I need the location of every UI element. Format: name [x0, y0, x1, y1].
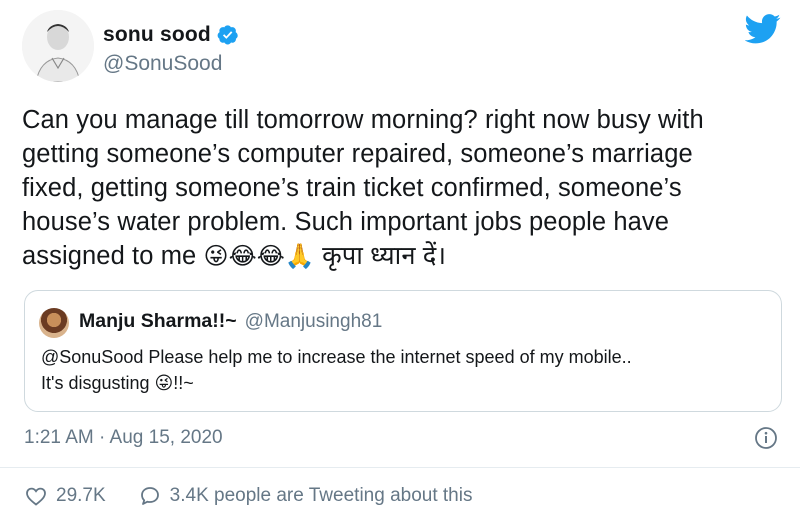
tweet-line: fixed, getting someone’s train ticket co…	[22, 174, 682, 202]
quoted-emoji: 😜	[154, 373, 174, 393]
tweeting-action[interactable]: 3.4K people are Tweeting about this	[138, 484, 473, 508]
info-icon[interactable]	[754, 426, 778, 450]
tweet-line: getting someone’s computer repaired, som…	[22, 140, 693, 168]
quoted-text: @SonuSood Please help me to increase the…	[41, 344, 776, 396]
quoted-line: It's disgusting 😜!!~	[41, 370, 776, 396]
tweet-timestamp[interactable]: 1:21 AM · Aug 15, 2020	[24, 427, 223, 449]
tweet-actions: 29.7K 3.4K people are Tweeting about thi…	[24, 484, 472, 508]
hindi-text: कृपा ध्यान दें।	[314, 242, 447, 270]
author-name-row: sonu sood	[103, 23, 239, 47]
like-action[interactable]: 29.7K	[24, 484, 106, 508]
tweet-line: house’s water problem. Such important jo…	[22, 208, 670, 236]
tweet-card: sonu sood @SonuSood Can you manage till …	[0, 0, 800, 521]
heart-icon	[26, 487, 46, 506]
speech-bubble-icon	[140, 487, 159, 505]
quoted-tweet[interactable]: Manju Sharma!!~ @Manjusingh81 @SonuSood …	[24, 290, 782, 412]
tweet-text: Can you manage till tomorrow morning? ri…	[22, 103, 787, 274]
quoted-handle: @Manjusingh81	[244, 311, 383, 332]
tweet-line: Can you manage till tomorrow morning? ri…	[22, 106, 704, 134]
author-display-name[interactable]: sonu sood	[103, 23, 211, 47]
like-count: 29.7K	[56, 485, 106, 506]
verified-badge-icon	[217, 25, 238, 45]
quoted-line-tail: !!~	[173, 373, 194, 393]
quoted-author-row: Manju Sharma!!~ @Manjusingh81	[79, 310, 382, 333]
emoji-group: 😜😂😂🙏	[203, 243, 315, 270]
tweet-line-text: assigned to me	[22, 242, 204, 270]
quoted-line: @SonuSood Please help me to increase the…	[41, 347, 632, 367]
divider	[0, 467, 800, 468]
author-avatar[interactable]	[22, 10, 94, 82]
quoted-author-avatar	[39, 308, 69, 338]
twitter-bird-icon[interactable]	[745, 14, 781, 44]
author-handle[interactable]: @SonuSood	[103, 52, 222, 76]
quoted-display-name: Manju Sharma!!~	[79, 310, 237, 332]
quoted-line-text: It's disgusting	[41, 373, 155, 393]
tweeting-text: 3.4K people are Tweeting about this	[169, 485, 473, 506]
tweet-line: assigned to me 😜😂😂🙏 कृपा ध्यान दें।	[22, 239, 787, 274]
